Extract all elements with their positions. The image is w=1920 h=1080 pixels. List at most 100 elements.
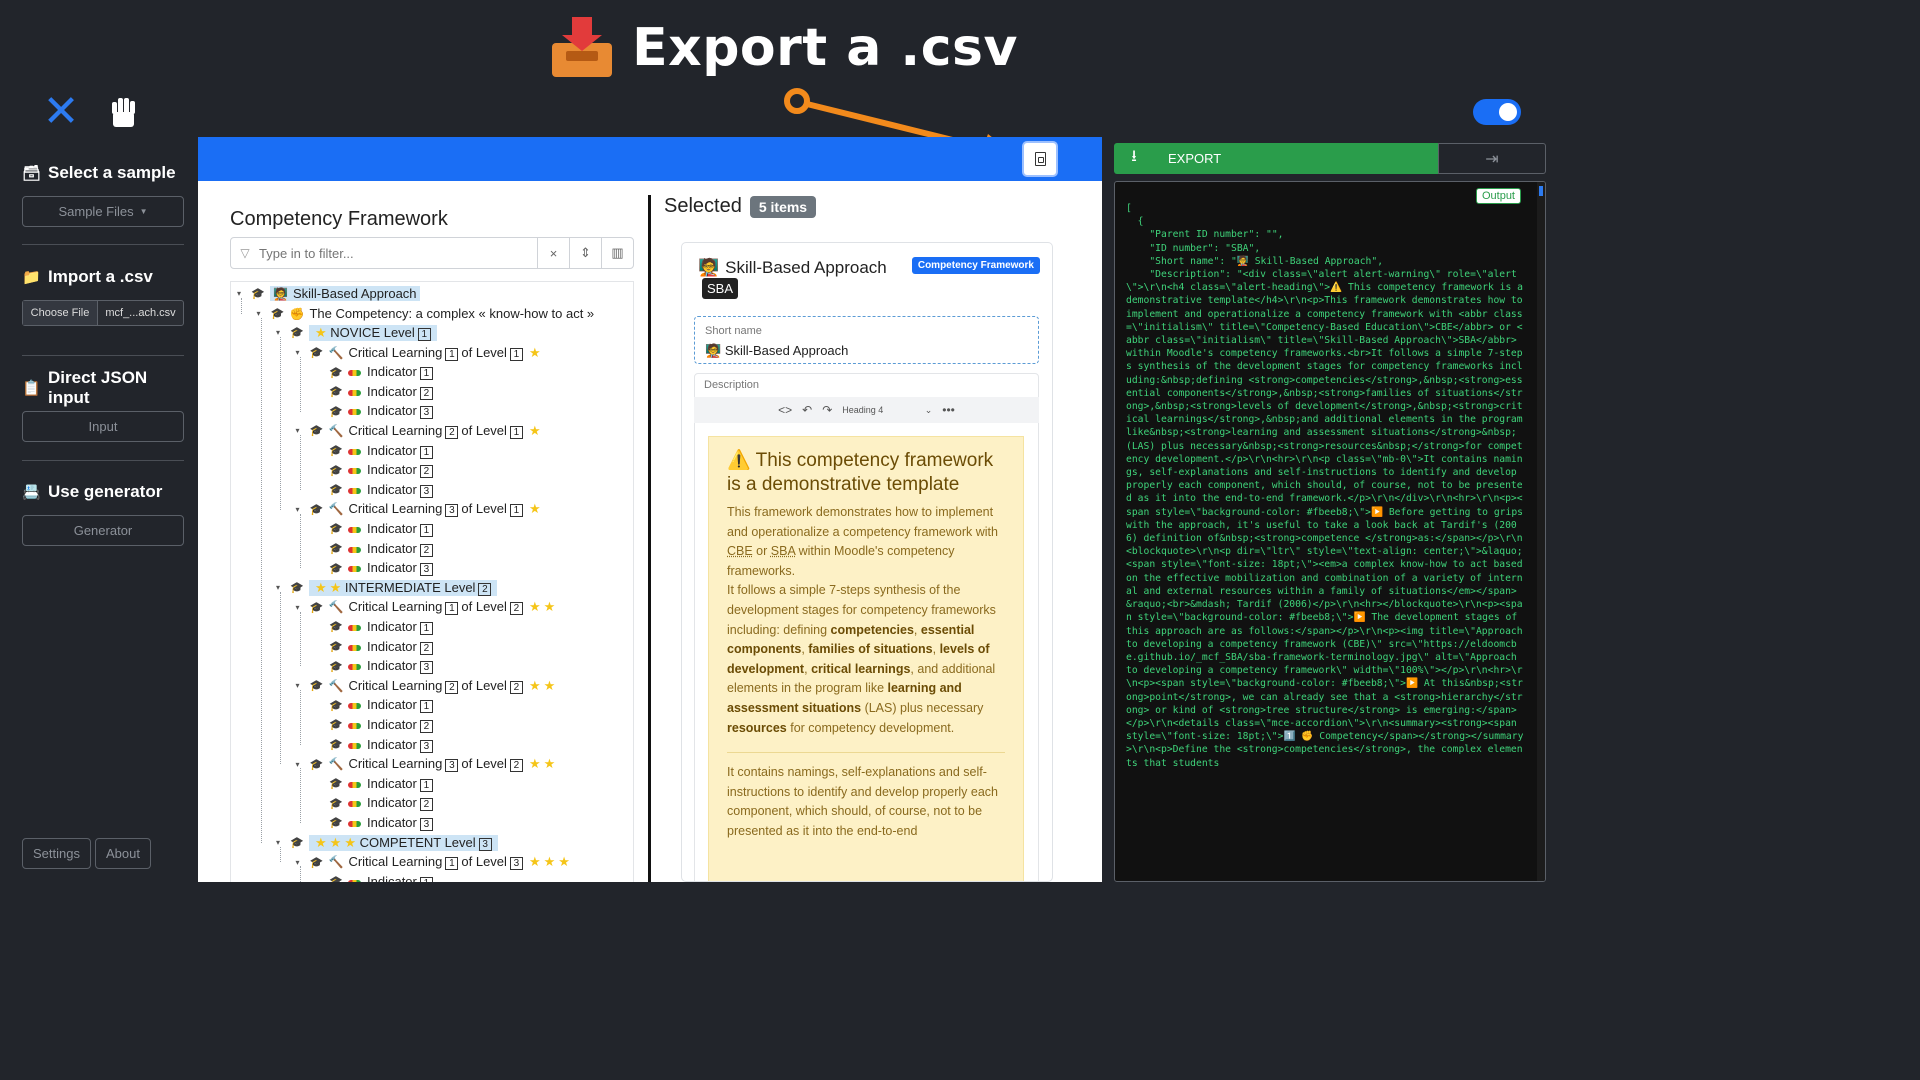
level-number: 2: [419, 719, 433, 733]
expand-toggle-icon[interactable]: ▾: [276, 838, 286, 847]
tree-node-label: ★ ★ INTERMEDIATE Level 2: [309, 579, 498, 596]
tree-indicator-row[interactable]: 🎓 Indicator1: [315, 441, 436, 461]
tree-indicator-row[interactable]: 🎓 Indicator 2: [315, 715, 436, 735]
graduation-cap-icon: 🎓: [270, 307, 285, 320]
close-icon[interactable]: ✕: [42, 90, 80, 134]
tree-connector: [241, 298, 242, 314]
expand-toggle-icon[interactable]: ▾: [296, 505, 306, 514]
tree-node[interactable]: ▾ 🎓 ★ NOVICE Level 1: [276, 323, 437, 343]
tree-indicator-row[interactable]: 🎓 Indicator 2: [315, 460, 436, 480]
traffic-light-icon: [348, 664, 361, 671]
tree-node[interactable]: ▾ 🎓 🔨 Critical Learning 1 of Level 1 ★: [296, 343, 541, 363]
expand-toggle-icon[interactable]: ▾: [296, 858, 306, 867]
tree-indicator-row[interactable]: 🎓 Indicator 3: [315, 558, 436, 578]
expand-toggle-icon[interactable]: ▾: [296, 760, 306, 769]
tree-node-label: ★ NOVICE Level 1: [309, 324, 437, 341]
output-scrollbar[interactable]: [1537, 182, 1545, 881]
tree-node[interactable]: ▾ 🎓 🔨 Critical Learning 3 of Level 1 ★: [296, 500, 541, 520]
tree-node[interactable]: ▾ 🎓 🧑‍🏫 Skill-Based Approach: [237, 284, 420, 304]
expand-toggle-icon[interactable]: ▾: [276, 583, 286, 592]
expand-toggle-icon[interactable]: ▾: [276, 328, 286, 337]
json-output[interactable]: [ { "Parent ID number": "", "ID number":…: [1114, 181, 1546, 882]
export-csv-button[interactable]: [1022, 141, 1058, 177]
tree-node[interactable]: ▾ 🎓 🔨 Critical Learning 2 of Level 2 ★ ★: [296, 676, 555, 696]
expand-toggle-icon[interactable]: ▾: [296, 681, 306, 690]
tree-indicator-row[interactable]: 🎓 Indicator 3: [315, 480, 436, 500]
level-number: 2: [478, 582, 492, 596]
tree-indicator-row[interactable]: 🎓 Indicator 3: [315, 656, 436, 676]
tree-indicator-row[interactable]: 🎓 Indicator1: [315, 774, 436, 794]
about-button[interactable]: About: [94, 838, 151, 869]
clear-filter-button[interactable]: ×: [537, 238, 569, 268]
tree-indicator-row[interactable]: 🎓 Indicator1: [315, 617, 436, 637]
caret-down-icon: ▼: [139, 207, 148, 216]
expand-toggle-icon[interactable]: ▾: [237, 289, 247, 298]
filter-input[interactable]: [259, 245, 537, 261]
tree-node-label: 🔨 Critical Learning 1 of Level 3 ★ ★ ★: [329, 854, 570, 871]
level-number: 1: [445, 347, 459, 361]
stats-button[interactable]: ▥: [601, 238, 633, 268]
expand-toggle-icon[interactable]: ▾: [296, 348, 306, 357]
tree-node-text: Indicator: [367, 814, 417, 830]
tree-indicator-row[interactable]: 🎓 Indicator1: [315, 696, 436, 716]
import-output-button[interactable]: ⇥: [1438, 143, 1546, 174]
tree-node[interactable]: ▾ 🎓 🔨 Critical Learning 2 of Level 1 ★: [296, 421, 541, 441]
level-number: 1: [445, 602, 459, 616]
sample-files-dropdown[interactable]: Sample Files ▼: [22, 196, 184, 227]
graduation-cap-icon: 🎓: [251, 288, 265, 301]
settings-button[interactable]: Settings: [22, 838, 91, 869]
tree-indicator-row[interactable]: 🎓 Indicator 2: [315, 539, 436, 559]
tree-node[interactable]: ▾ 🎓 🔨 Critical Learning 3 of Level 2 ★ ★: [296, 754, 555, 774]
tree-node[interactable]: ▾ 🎓 ✊ The Competency: a complex « know-how …: [257, 304, 595, 324]
expand-toggle-icon[interactable]: ▾: [296, 603, 306, 612]
tree-node-text: Indicator: [367, 618, 417, 634]
tree-node[interactable]: ▾ 🎓 ★ ★ INTERMEDIATE Level 2: [276, 578, 498, 598]
tree-indicator-row[interactable]: 🎓 Indicator 2: [315, 637, 436, 657]
tree-indicator-row[interactable]: 🎓 Indicator 2: [315, 794, 436, 814]
tree-node-text: Critical Learning: [348, 677, 443, 693]
generator-section: 📇 Use generator Generator: [22, 481, 184, 546]
tree-indicator-row[interactable]: 🎓 Indicator1: [315, 872, 436, 882]
generator-button[interactable]: Generator: [22, 515, 184, 546]
tree-node-label: Indicator 3: [348, 658, 436, 675]
tree-connector: [299, 356, 301, 412]
undo-icon[interactable]: ↶: [802, 403, 812, 417]
short-name-field[interactable]: Short name 🧑‍🏫 Skill-Based Approach: [694, 316, 1039, 364]
pane-splitter[interactable]: [648, 195, 651, 882]
level-number: 3: [419, 739, 433, 753]
tree-indicator-row[interactable]: 🎓 Indicator1: [315, 362, 436, 382]
tree-indicator-row[interactable]: 🎓 Indicator 3: [315, 813, 436, 833]
import-section: 📁 Import a .csv Choose File mcf_...ach.cs…: [22, 266, 184, 326]
tree-node[interactable]: ▾ 🎓 🔨 Critical Learning 1 of Level 3 ★ ★ ★: [296, 852, 570, 872]
tree-indicator-row[interactable]: 🎓 Indicator 3: [315, 735, 436, 755]
tree-indicator-row[interactable]: 🎓 Indicator 2: [315, 382, 436, 402]
traffic-light-icon: [348, 487, 361, 494]
expand-toggle-icon[interactable]: ▾: [296, 426, 306, 435]
traffic-light-icon: [348, 644, 361, 651]
view-toggle[interactable]: [1473, 99, 1521, 125]
star-icon: ★: [558, 854, 570, 870]
file-input[interactable]: Choose File mcf_...ach.csv: [22, 300, 184, 326]
code-icon[interactable]: <>: [778, 403, 792, 417]
traffic-light-icon: [348, 624, 361, 631]
expand-toggle-icon[interactable]: ▾: [257, 309, 267, 318]
file-name: mcf_...ach.csv: [105, 307, 176, 319]
collapse-button[interactable]: ⇕: [569, 238, 601, 268]
input-button[interactable]: Input: [22, 411, 184, 442]
tree-indicator-row[interactable]: 🎓 Indicator 3: [315, 402, 436, 422]
star-icon: ★: [315, 324, 327, 340]
choose-file-button[interactable]: Choose File: [23, 301, 98, 325]
tree-indicator-row[interactable]: 🎓 Indicator1: [315, 519, 436, 539]
traffic-light-icon: [348, 703, 361, 710]
heading-select[interactable]: Heading 4 ⌄: [842, 405, 932, 416]
sample-section: 🗃 Select a sample Sample Files ▼: [22, 162, 184, 227]
level-number: 3: [419, 484, 433, 498]
tree-node[interactable]: ▾ 🎓 🔨 Critical Learning 1 of Level 2 ★ ★: [296, 598, 555, 618]
tree-node[interactable]: ▾ 🎓 ★ ★ ★ COMPETENT Level 3: [276, 833, 498, 853]
fist-icon[interactable]: [108, 94, 138, 128]
export-button[interactable]: ⭳ EXPORT: [1114, 143, 1438, 174]
sample-icon: 🗃: [22, 165, 42, 182]
more-icon[interactable]: •••: [942, 403, 955, 417]
tree-node-text: of Level: [461, 599, 507, 615]
redo-icon[interactable]: ↷: [822, 403, 832, 417]
